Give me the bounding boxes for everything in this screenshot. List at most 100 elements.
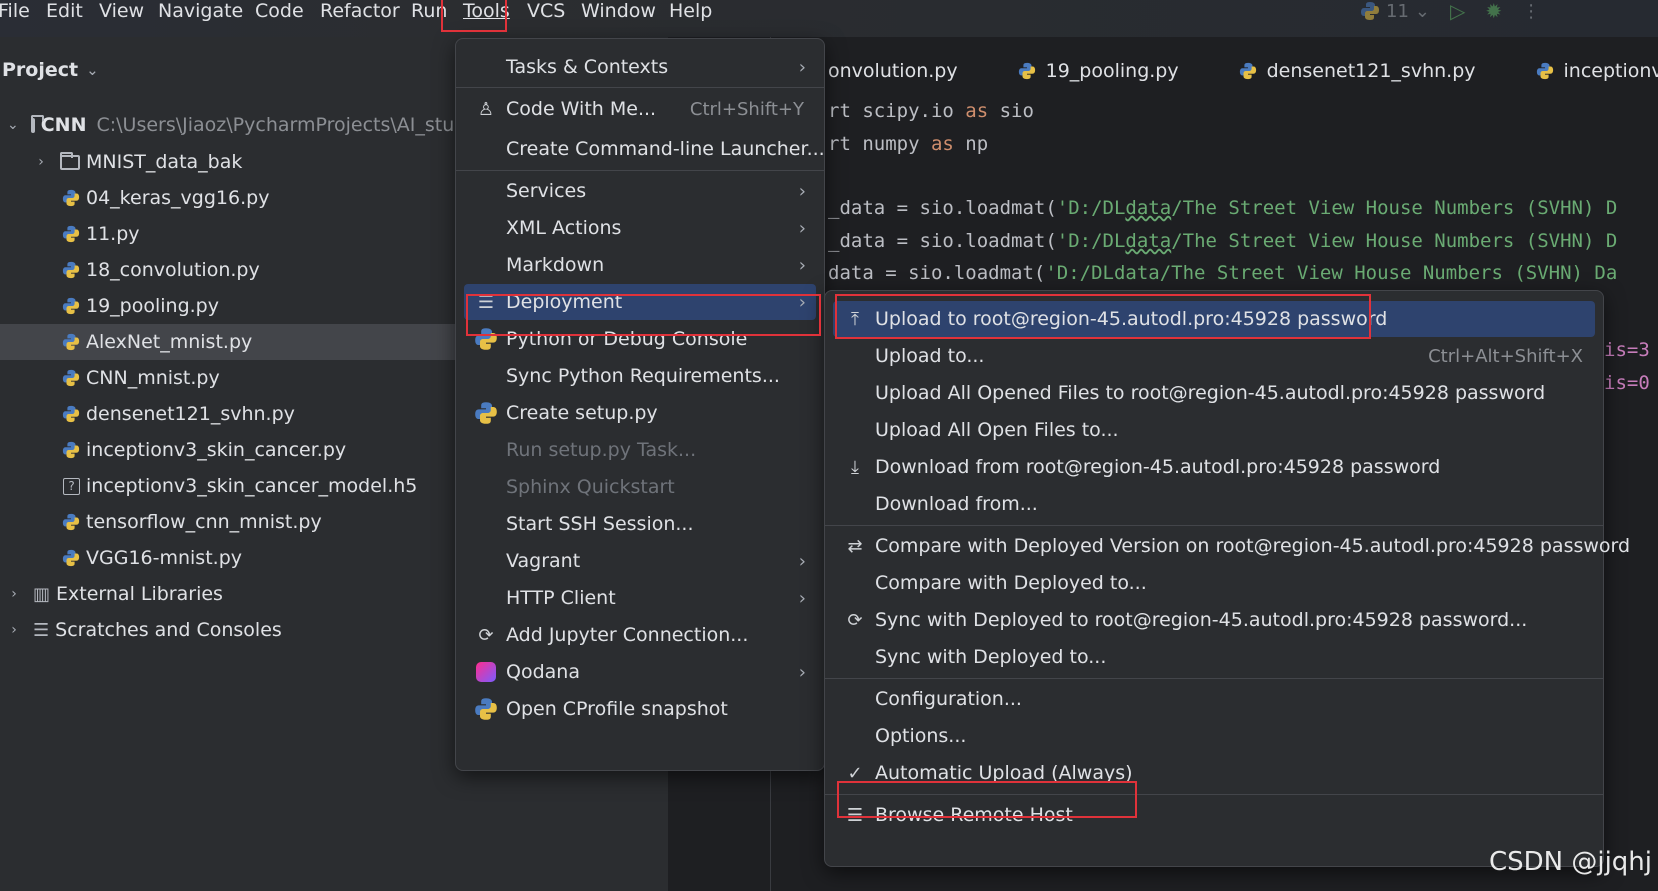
tree-item-label: tensorflow_cnn_mnist.py [86,511,322,533]
tab-densenet[interactable]: densenet121_svhn.py [1239,51,1476,91]
menu-window[interactable]: Window [581,0,656,24]
tree-item-label: 18_convolution.py [86,259,260,281]
menu-item-vagrant[interactable]: Vagrant › [464,543,816,579]
python-interpreter-widget[interactable]: 11 ⌄ [1360,1,1430,22]
menu-help[interactable]: Help [669,0,712,24]
menu-item-upload-all-opened[interactable]: Upload All Opened Files to root@region-4… [833,375,1595,411]
code-string: data [1125,197,1172,219]
menu-view[interactable]: View [99,0,144,24]
toolbar-right: 11 ⌄ ▷ ✹ ⋮ [1360,0,1540,23]
menu-item-options[interactable]: Options... [833,718,1595,754]
debug-icon[interactable]: ✹ [1485,0,1502,23]
tools-menu: Tasks & Contexts › ♙ Code With Me... Ctrl+S… [455,38,825,771]
tree-item-file[interactable]: ? inceptionv3_skin_cancer_model.h5 [0,468,460,504]
menu-item-xml-actions[interactable]: XML Actions › [464,210,816,246]
python-file-icon [62,441,80,459]
tree-item-label: inceptionv3_skin_cancer.py [86,439,347,461]
tab-pooling[interactable]: 19_pooling.py [1018,51,1179,91]
menu-file[interactable]: File [0,0,30,24]
tree-item-file[interactable]: CNN_mnist.py [0,360,460,396]
tree-item-file-selected[interactable]: AlexNet_mnist.py [0,324,460,360]
separator [825,678,1603,679]
chevron-right-icon: › [798,550,806,572]
python-icon [1361,2,1379,20]
shortcut-label: Ctrl+Alt+Shift+X [1428,345,1583,367]
tree-item-label: VGG16-mnist.py [86,547,242,569]
menu-item-services[interactable]: Services › [464,173,816,209]
more-icon[interactable]: ⋮ [1522,1,1540,22]
code-token: is=0 [1604,372,1650,394]
code-line[interactable]: rt numpy as np [828,133,988,155]
menu-item-configuration[interactable]: Configuration... [833,681,1595,717]
tree-item-file[interactable]: 19_pooling.py [0,288,460,324]
menu-item-sync-host[interactable]: ⟳ Sync with Deployed to root@region-45.au… [833,602,1595,638]
python-file-icon [62,405,80,423]
menu-item-label: Compare with Deployed Version on root@re… [875,535,1631,557]
menu-navigate[interactable]: Navigate [158,0,243,24]
code-token: rt numpy [828,133,931,155]
tree-scratches[interactable]: › ☰ Scratches and Consoles [0,612,460,648]
menu-item-upload-to[interactable]: Upload to... Ctrl+Alt+Shift+X [833,338,1595,374]
menu-item-compare-host[interactable]: ⇄ Compare with Deployed Version on root@r… [833,528,1630,564]
menu-item-qodana[interactable]: Qodana › [464,654,816,690]
chevron-right-icon: › [798,180,806,202]
project-header[interactable]: Project ⌄ [2,59,99,81]
menu-vcs[interactable]: VCS [527,0,565,24]
code-line[interactable]: rt scipy.io as sio [828,100,1034,122]
menu-item-label: Sync with Deployed to root@region-45.aut… [875,609,1528,631]
menu-item-tasks-contexts[interactable]: Tasks & Contexts › [464,49,816,85]
code-token: sio [988,100,1034,122]
download-icon: ⤓ [851,456,859,478]
tree-item-label: CNN_mnist.py [86,367,220,389]
menu-item-markdown[interactable]: Markdown › [464,247,816,283]
menu-item-label: Open CProfile snapshot [506,698,728,720]
tree-item-label: AlexNet_mnist.py [86,331,253,353]
tree-external-libraries[interactable]: › ▥ External Libraries [0,576,460,612]
menu-item-download-from-host[interactable]: ⤓ Download from root@region-45.autodl.pro… [833,449,1595,485]
menu-code[interactable]: Code [255,0,304,24]
tree-item-file[interactable]: 04_keras_vgg16.py [0,180,460,216]
tab-inception[interactable]: inceptionv3_s [1536,51,1658,91]
menu-item-label: Download from... [875,493,1038,515]
code-line[interactable]: data = sio.loadmat('D:/DLdata/The Street… [828,262,1617,284]
menu-item-label: Vagrant [506,550,581,572]
tree-item-file[interactable]: densenet121_svhn.py [0,396,460,432]
sync-icon: ⟳ [847,609,863,631]
code-token: is=3 [1604,339,1650,361]
menu-item-label: Add Jupyter Connection... [506,624,749,646]
menu-item-ssh-session[interactable]: Start SSH Session... [464,506,816,542]
menu-edit[interactable]: Edit [46,0,83,24]
menu-item-label: Services [506,180,587,202]
chevron-down-icon: ⌄ [86,61,99,79]
menu-item-http-client[interactable]: HTTP Client › [464,580,816,616]
tab-label: 19_pooling.py [1045,60,1179,82]
tree-item-folder[interactable]: › MNIST_data_bak [0,144,460,180]
menu-item-jupyter-connection[interactable]: ⟳ Add Jupyter Connection... [464,617,816,653]
menu-refactor[interactable]: Refactor [320,0,400,24]
run-icon[interactable]: ▷ [1450,0,1465,23]
menu-item-upload-all-open[interactable]: Upload All Open Files to... [833,412,1595,448]
menu-item-download-from[interactable]: Download from... [833,486,1595,522]
tree-item-file[interactable]: inceptionv3_skin_cancer.py [0,432,460,468]
menu-item-command-line-launcher[interactable]: Create Command-line Launcher... [464,131,825,167]
menu-item-cprofile[interactable]: Open CProfile snapshot [464,691,816,727]
code-line[interactable]: _data = sio.loadmat('D:/DLdata/The Stree… [828,230,1617,252]
tree-item-file[interactable]: VGG16-mnist.py [0,540,460,576]
python-icon [475,402,497,424]
code-line[interactable]: _data = sio.loadmat('D:/DLdata/The Stree… [828,197,1617,219]
tab-convolution[interactable]: onvolution.py [828,51,958,91]
menu-item-sync-requirements[interactable]: Sync Python Requirements... [464,358,816,394]
tree-root[interactable]: ⌄ CNN C:\Users\Jiaoz\PycharmProjects\AI_… [0,107,466,143]
tree-item-file[interactable]: 18_convolution.py [0,252,460,288]
tree-item-file[interactable]: tensorflow_cnn_mnist.py [0,504,460,540]
menu-item-create-setup[interactable]: Create setup.py [464,395,816,431]
cprofile-icon [475,698,497,720]
code-token: np [953,133,989,155]
tree-item-file[interactable]: 11.py [0,216,460,252]
qodana-icon [474,660,498,684]
scratches-icon: ☰ [33,619,50,641]
menu-item-label: Configuration... [875,688,1022,710]
menu-item-code-with-me[interactable]: ♙ Code With Me... Ctrl+Shift+Y [464,91,816,127]
menu-item-sync-to[interactable]: Sync with Deployed to... [833,639,1595,675]
menu-item-compare-to[interactable]: Compare with Deployed to... [833,565,1595,601]
